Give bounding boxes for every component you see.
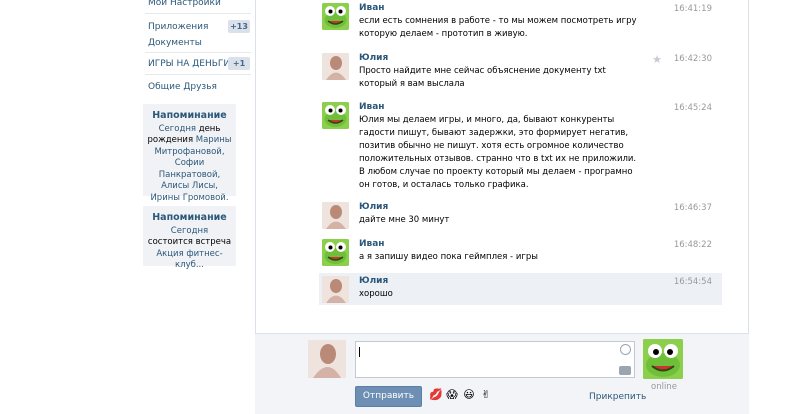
message-text: если есть сомнения в работе - то мы може…	[359, 16, 637, 39]
message-time[interactable]: 16:45:24	[674, 103, 712, 113]
scream-emoji-icon[interactable]: 😱	[445, 388, 459, 402]
sidebar-item-apps[interactable]: Приложения	[148, 22, 208, 32]
reminder-today-link[interactable]: Сегодня	[171, 226, 208, 236]
message-time[interactable]: 16:42:30	[674, 54, 712, 64]
message-text: а я запишу видео пока геймплея - игры	[359, 252, 538, 262]
victory-hand-icon[interactable]: ✌	[479, 388, 493, 402]
photo-avatar[interactable]	[322, 276, 349, 303]
message-author[interactable]: Иван	[359, 102, 385, 112]
message-author[interactable]: Иван	[359, 3, 385, 13]
message-author[interactable]: Юлия	[359, 53, 388, 63]
smile-emoji-icon[interactable]: 😃	[462, 388, 476, 402]
online-status: online	[651, 382, 677, 392]
sidebar-divider	[145, 13, 251, 14]
message-input-overlay	[355, 341, 635, 378]
reminder-title: Напоминание	[152, 110, 227, 121]
message-text: хорошо	[359, 289, 393, 299]
message-time[interactable]: 16:41:19	[674, 4, 712, 14]
left-sidebar: Мои Настройки Приложения +13 Документы И…	[0, 0, 255, 414]
sidebar-divider	[145, 74, 251, 75]
message-item[interactable]: Юлия хорошо 16:54:54	[319, 273, 722, 305]
reminder-name-link[interactable]: Ирины Громовой.	[150, 193, 228, 203]
message-item[interactable]: Иван Юлия мы делаем игры, и много, да, б…	[319, 102, 722, 197]
photo-avatar[interactable]	[322, 53, 349, 80]
message-text: дайте мне 30 минут	[359, 215, 450, 225]
event-reminder: Напоминание Сегодня состоится встреча Ак…	[143, 206, 236, 270]
reminder-today-link[interactable]: Сегодня	[159, 124, 196, 134]
kiss-emoji-icon[interactable]: 💋	[429, 388, 443, 402]
message-item[interactable]: Иван если есть сомнения в работе - то мы…	[319, 3, 722, 48]
message-time[interactable]: 16:54:54	[674, 277, 712, 287]
message-author[interactable]: Юлия	[359, 202, 388, 212]
attach-link[interactable]: Прикрепить	[589, 392, 646, 402]
apps-count-badge[interactable]: +13	[228, 20, 250, 33]
reminder-text: состоится встреча	[147, 237, 232, 247]
reminder-event-link[interactable]: Акция фитнес-клуб...	[156, 249, 222, 271]
frog-avatar[interactable]	[322, 239, 349, 266]
reminder-title: Напоминание	[152, 212, 227, 223]
message-author[interactable]: Юлия	[359, 276, 388, 286]
sidebar-item-documents[interactable]: Документы	[148, 38, 202, 48]
birthday-reminder: Напоминание Сегодня день рождения Марины…	[143, 104, 236, 203]
message-text: Юлия мы делаем игры, и много, да, бывают…	[359, 115, 637, 190]
sidebar-divider	[145, 52, 251, 53]
sidebar-item-settings[interactable]: Мои Настройки	[148, 0, 221, 8]
my-avatar[interactable]	[308, 340, 346, 378]
reminder-name-link[interactable]: Алисы Лисы,	[161, 181, 218, 191]
photo-avatar[interactable]	[322, 202, 349, 229]
frog-avatar[interactable]	[322, 102, 349, 129]
message-text: Просто найдите мне сейчас объяснение док…	[359, 66, 606, 89]
message-time[interactable]: 16:46:37	[674, 203, 712, 213]
message-item[interactable]: Юлия дайте мне 30 минут 16:46:37	[319, 202, 722, 232]
camera-icon[interactable]	[619, 366, 631, 375]
smile-icon[interactable]	[620, 344, 631, 355]
send-button[interactable]: Отправить	[355, 386, 422, 407]
reminder-name-link[interactable]: Софии Панкратовой,	[159, 158, 220, 180]
games-count-badge[interactable]: +1	[228, 57, 250, 70]
message-time[interactable]: 16:48:22	[674, 240, 712, 250]
star-icon[interactable]: ★	[652, 53, 662, 66]
message-author[interactable]: Иван	[359, 239, 385, 249]
text-caret	[359, 347, 360, 357]
sidebar-item-games[interactable]: ИГРЫ НА ДЕНЬГИ...	[148, 59, 239, 69]
frog-avatar[interactable]	[322, 3, 349, 30]
friend-avatar[interactable]	[643, 339, 683, 379]
sidebar-item-common-friends[interactable]: Общие Друзья	[148, 82, 217, 92]
message-item[interactable]: Иван а я запишу видео пока геймплея - иг…	[319, 239, 722, 269]
message-item[interactable]: Юлия Просто найдите мне сейчас объяснени…	[319, 53, 722, 93]
